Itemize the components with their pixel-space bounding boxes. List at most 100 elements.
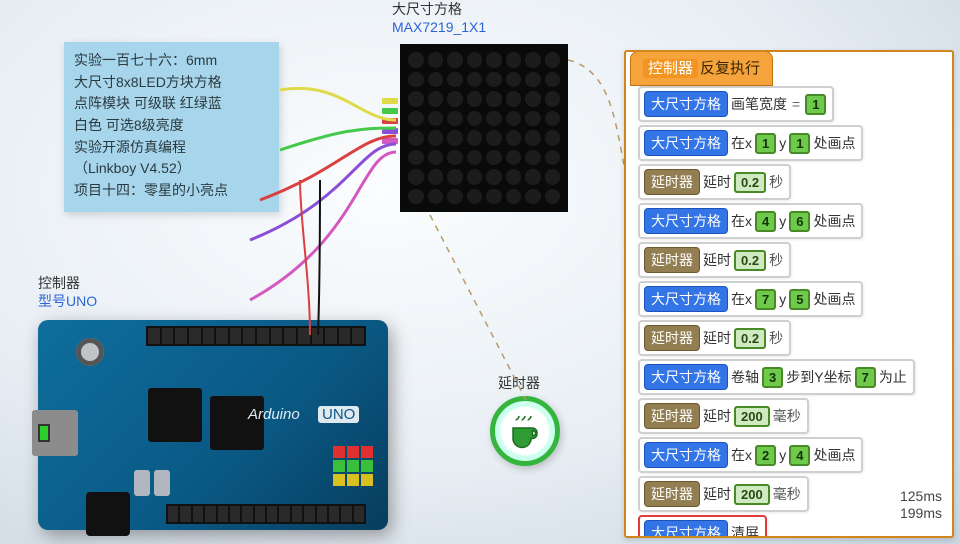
unit-label: 秒	[769, 172, 783, 192]
block-device-pill: 延时器	[644, 325, 700, 351]
led-dot	[467, 169, 483, 185]
block-text: 步到Y坐标	[786, 367, 851, 387]
timing-b: 199ms	[900, 505, 942, 522]
value-slot[interactable]: 0.2	[734, 328, 766, 349]
code-block[interactable]: 延时器延时0.2秒	[638, 242, 791, 278]
led-dot	[428, 169, 444, 185]
equals-sign: =	[790, 96, 802, 112]
led-dot	[486, 91, 502, 107]
code-block[interactable]: 大尺寸方格画笔宽度=1	[638, 86, 834, 122]
value-slot[interactable]: 6	[789, 211, 810, 232]
code-panel[interactable]: 控制器反复执行 大尺寸方格画笔宽度=1大尺寸方格在x1y1处画点延时器延时0.2…	[624, 50, 954, 538]
block-text: 处画点	[813, 289, 855, 309]
code-block[interactable]: 大尺寸方格清屏	[638, 515, 767, 538]
value-slot[interactable]: 5	[789, 289, 810, 310]
code-block[interactable]: 大尺寸方格在x1y1处画点	[638, 125, 863, 161]
led-dot	[486, 150, 502, 166]
led-dot	[408, 130, 424, 146]
block-device-pill: 大尺寸方格	[644, 130, 728, 156]
note-line: 项目十四：零星的小亮点	[74, 180, 269, 202]
block-text: y	[779, 135, 786, 151]
value-slot[interactable]: 4	[789, 445, 810, 466]
timer-title: 延时器	[498, 374, 540, 392]
led-dot	[408, 52, 424, 68]
value-slot[interactable]: 3	[762, 367, 783, 388]
matrix-model[interactable]: MAX7219_1X1	[392, 18, 486, 36]
led-dot	[525, 189, 541, 205]
value-slot[interactable]: 200	[734, 406, 770, 427]
led-dot	[506, 130, 522, 146]
unit-label: 毫秒	[773, 484, 801, 504]
led-dot	[408, 189, 424, 205]
pin-icon	[382, 138, 398, 144]
block-text: 为止	[879, 367, 907, 387]
block-text: 处画点	[813, 133, 855, 153]
pin-icon	[382, 128, 398, 134]
value-slot[interactable]: 1	[805, 94, 826, 115]
value-slot[interactable]: 1	[789, 133, 810, 154]
led-dot	[447, 189, 463, 205]
event-hat[interactable]: 控制器反复执行	[630, 51, 773, 86]
coffee-cup-icon	[507, 413, 543, 449]
block-text: 卷轴	[731, 367, 759, 387]
code-block[interactable]: 延时器延时0.2秒	[638, 164, 791, 200]
led-dot	[428, 189, 444, 205]
led-matrix[interactable]	[400, 44, 568, 212]
arduino-board[interactable]: Arduino UNO	[38, 320, 388, 530]
value-slot[interactable]: 2	[755, 445, 776, 466]
block-text: 延时	[703, 406, 731, 426]
led-dot	[408, 72, 424, 88]
value-slot[interactable]: 7	[855, 367, 876, 388]
block-text: 处画点	[813, 445, 855, 465]
led-dot	[428, 130, 444, 146]
block-text: 延时	[703, 172, 731, 192]
led-dot	[447, 130, 463, 146]
pin-header-bottom	[166, 504, 366, 524]
value-slot[interactable]: 4	[755, 211, 776, 232]
led-dot	[545, 169, 561, 185]
code-block[interactable]: 大尺寸方格在x7y5处画点	[638, 281, 863, 317]
code-block[interactable]: 延时器延时0.2秒	[638, 320, 791, 356]
note-line: 大尺寸8x8LED方块方格	[74, 72, 269, 94]
value-slot[interactable]: 0.2	[734, 250, 766, 271]
note-line: 实验开源仿真编程	[74, 137, 269, 159]
value-slot[interactable]: 1	[755, 133, 776, 154]
led-dot	[506, 111, 522, 127]
code-block[interactable]: 大尺寸方格在x4y6处画点	[638, 203, 863, 239]
led-dot	[486, 52, 502, 68]
led-dot	[467, 52, 483, 68]
pin-icon	[382, 118, 398, 124]
hat-device: 控制器	[643, 59, 698, 78]
led-dot	[506, 169, 522, 185]
controller-title: 控制器	[38, 274, 97, 292]
led-dot	[447, 169, 463, 185]
value-slot[interactable]: 200	[734, 484, 770, 505]
timer-label: 延时器	[498, 374, 540, 392]
note-card[interactable]: 实验一百七十六：6mm 大尺寸8x8LED方块方格 点阵模块 可级联 红绿蓝 白…	[64, 42, 279, 212]
value-slot[interactable]: 0.2	[734, 172, 766, 193]
code-block[interactable]: 大尺寸方格在x2y4处画点	[638, 437, 863, 473]
block-device-pill: 延时器	[644, 169, 700, 195]
block-text: y	[779, 213, 786, 229]
block-device-pill: 大尺寸方格	[644, 208, 728, 234]
led-dot	[545, 111, 561, 127]
capacitor-icon	[154, 470, 170, 496]
value-slot[interactable]: 7	[755, 289, 776, 310]
code-block[interactable]: 大尺寸方格卷轴3步到Y坐标7为止	[638, 359, 915, 395]
code-block[interactable]: 延时器延时200毫秒	[638, 476, 809, 512]
board-silk-brand: Arduino	[248, 406, 300, 423]
led-dot	[447, 91, 463, 107]
led-dot	[486, 72, 502, 88]
pin-icon	[382, 108, 398, 114]
led-dot	[506, 189, 522, 205]
led-dot	[506, 72, 522, 88]
pin-header-top	[146, 326, 366, 346]
matrix-pins	[382, 98, 398, 144]
code-block[interactable]: 延时器延时200毫秒	[638, 398, 809, 434]
controller-model[interactable]: 型号UNO	[38, 292, 97, 310]
block-device-pill: 大尺寸方格	[644, 442, 728, 468]
timing-a: 125ms	[900, 488, 942, 505]
led-dot	[525, 169, 541, 185]
timer-device[interactable]	[490, 396, 560, 466]
led-dot	[467, 91, 483, 107]
